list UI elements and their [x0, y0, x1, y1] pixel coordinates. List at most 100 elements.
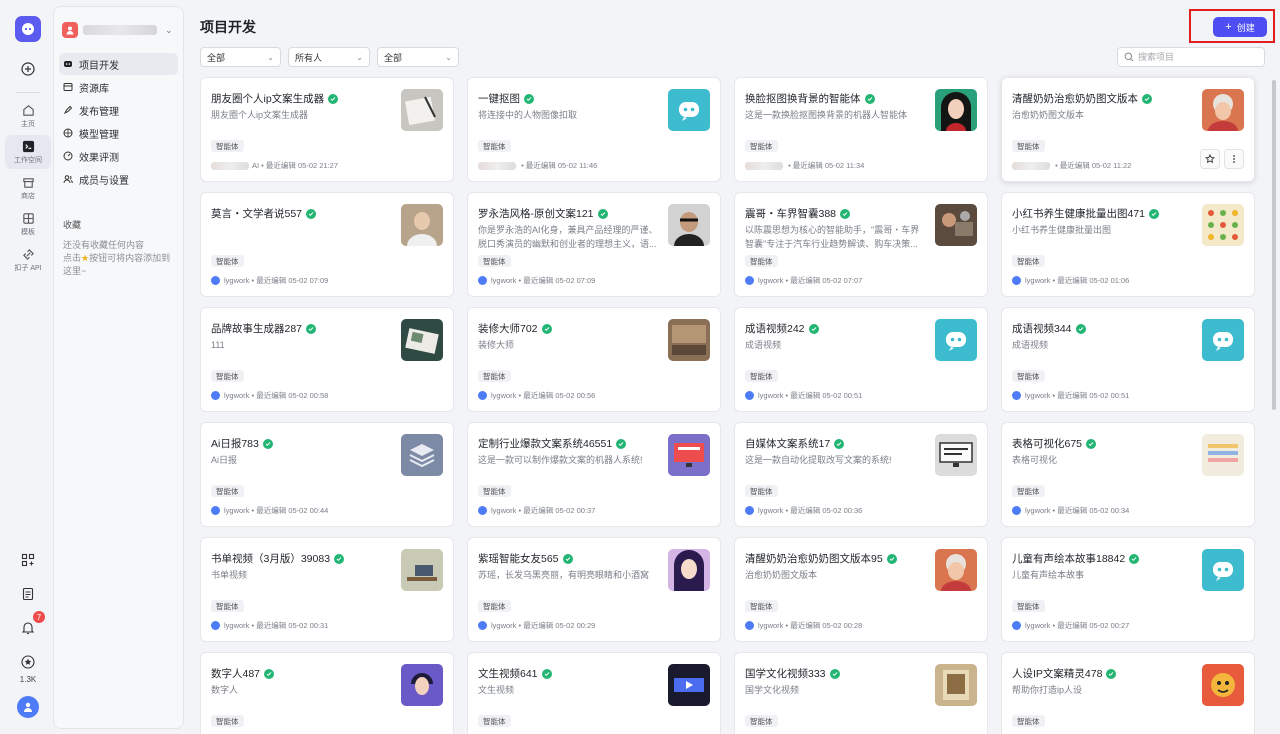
favorite-star-icon[interactable]	[1200, 149, 1220, 169]
meta-dot: •	[249, 621, 257, 630]
search-icon	[1124, 52, 1134, 62]
create-highlight-box: + 创建	[1189, 9, 1275, 43]
rail-item-store[interactable]: 商店	[5, 171, 51, 205]
card-edited-time: 最近编辑 05-02 00:51	[1057, 391, 1130, 400]
card-title: 罗永浩风格-原创文案121	[478, 208, 594, 220]
card-description: 书单视频	[211, 570, 248, 580]
card-description: 成语视频	[1012, 340, 1049, 350]
card-title-row: Ai日报783	[211, 436, 273, 451]
meta-dot: •	[1050, 391, 1058, 400]
sidebar-item-publish[interactable]: 发布管理	[59, 99, 178, 121]
filter-owner-select[interactable]: 所有人 ⌄	[288, 47, 370, 67]
rail-item-home[interactable]: 主页	[5, 99, 51, 133]
project-card[interactable]: 震哥・车界智囊388 以陈震思想为核心的智能助手，"震哥・车界智囊"专注于汽车行业…	[734, 192, 988, 297]
project-card[interactable]: 人设IP文案精灵478 帮助你打造ip人设 智能体	[1001, 652, 1255, 734]
card-type-tag: 智能体	[1012, 485, 1045, 497]
user-avatar[interactable]	[17, 696, 39, 718]
search-input[interactable]	[1138, 52, 1258, 62]
project-card[interactable]: 文生视频641 文生视频 智能体	[467, 652, 721, 734]
app-logo-icon[interactable]	[15, 16, 41, 42]
project-card[interactable]: 数字人487 数字人 智能体	[200, 652, 454, 734]
document-icon[interactable]	[17, 583, 39, 605]
card-type-tag: 智能体	[478, 140, 511, 152]
project-card[interactable]: 小红书养生健康批量出图471 小红书养生健康批量出图 智能体 lygwork • 最近…	[1001, 192, 1255, 297]
card-meta: lygwork • 最近编辑 05-02 00:29	[478, 620, 595, 631]
star-circle-icon[interactable]	[17, 651, 39, 673]
project-card[interactable]: 朋友圈个人ip文案生成器 朋友圈个人ip文案生成器 智能体 AI • 最近编辑 05-…	[200, 77, 454, 182]
filter-type-select[interactable]: 全部 ⌄	[200, 47, 281, 67]
project-card[interactable]: 罗永浩风格-原创文案121 你是罗永浩的AI化身，兼具产品经理的严谨、脱口秀演员的…	[467, 192, 721, 297]
project-card[interactable]: Ai日报783 Ai日报 智能体 lygwork • 最近编辑 05-02 00:44	[200, 422, 454, 527]
apps-grid-icon[interactable]	[17, 549, 39, 571]
card-title: 儿童有声绘本故事18842	[1012, 553, 1126, 565]
project-card[interactable]: 儿童有声绘本故事18842 儿童有声绘本故事 智能体 lygwork • 最近编辑 0…	[1001, 537, 1255, 642]
create-button[interactable]: + 创建	[1213, 17, 1267, 37]
meta-dot: •	[259, 161, 266, 170]
project-card[interactable]: 定制行业爆款文案系统46551 这是一款可以制作爆款文案的机器人系统! 智能体 lyg…	[467, 422, 721, 527]
project-card[interactable]: 莫言・文学者说557 智能体 lygwork • 最近编辑 05-02 07:09	[200, 192, 454, 297]
card-owner: lygwork	[491, 506, 517, 515]
card-title: 一键抠图	[478, 93, 520, 105]
project-card[interactable]: 书单视频（3月版）39083 书单视频 智能体 lygwork • 最近编辑 05-0…	[200, 537, 454, 642]
project-card[interactable]: 清醒奶奶治愈奶奶图文版本 治愈奶奶图文版本 智能体 • 最近编辑 05-02 11:…	[1001, 77, 1255, 182]
project-card[interactable]: 换脸抠图换背景的智能体 这是一款换脸抠图换背景的机器人智能体 智能体 • 最近编辑 …	[734, 77, 988, 182]
card-title-row: 品牌故事生成器287	[211, 321, 317, 336]
meta-dot: •	[1053, 161, 1060, 170]
sidebar-item-evaluation[interactable]: 效果评测	[59, 145, 178, 167]
project-card[interactable]: 成语视频344 成语视频 智能体 lygwork • 最近编辑 05-02 00:51	[1001, 307, 1255, 412]
project-card[interactable]: 紫瑶智能女友565 苏瑶，长发乌黑亮丽，有明亮眼睛和小酒窝 智能体 lygwork •…	[467, 537, 721, 642]
sidebar-item-projects[interactable]: 项目开发	[59, 53, 178, 75]
card-type-tag: 智能体	[1012, 370, 1045, 382]
new-plus-icon[interactable]	[15, 56, 41, 82]
published-check-icon	[808, 323, 819, 334]
bell-icon[interactable]: 7	[17, 611, 45, 639]
card-title: 数字人487	[211, 668, 261, 680]
rail-item-templates[interactable]: 模板	[5, 207, 51, 241]
card-description: 朋友圈个人ip文案生成器	[211, 110, 309, 120]
card-description: 数字人	[211, 685, 239, 695]
project-card[interactable]: 成语视频242 成语视频 智能体 lygwork • 最近编辑 05-02 00:51	[734, 307, 988, 412]
workspace-switcher[interactable]: ⌄	[62, 21, 183, 39]
rail-item-api[interactable]: 扣子 API	[5, 243, 51, 277]
chevron-down-icon: ⌄	[165, 24, 173, 35]
project-card[interactable]: 自媒体文案系统17 这是一款自动化提取改写文案的系统! 智能体 lygwork • 最…	[734, 422, 988, 527]
sidebar-item-label: 项目开发	[79, 60, 119, 72]
card-title-row: 紫瑶智能女友565	[478, 551, 573, 566]
filter-status-select[interactable]: 全部 ⌄	[377, 47, 459, 67]
sidebar-item-members[interactable]: 成员与设置	[59, 168, 178, 190]
card-title-row: 莫言・文学者说557	[211, 206, 317, 221]
card-description: 这是一款可以制作爆款文案的机器人系统!	[478, 455, 643, 465]
card-edited-time: 最近编辑 05-02 21:27	[265, 161, 339, 170]
owner-avatar-icon	[745, 621, 754, 630]
meta-dot: •	[783, 391, 791, 400]
rail-label: 主页	[21, 120, 35, 128]
favorites-tip-line: 点击	[63, 253, 82, 263]
project-card[interactable]: 清醒奶奶治愈奶奶图文版本95 治愈奶奶图文版本 智能体 lygwork • 最近编辑 …	[734, 537, 988, 642]
project-card[interactable]: 品牌故事生成器287 111 智能体 lygwork • 最近编辑 05-02 00:…	[200, 307, 454, 412]
sidebar-item-resources[interactable]: 资源库	[59, 76, 178, 98]
meta-dot: •	[249, 276, 257, 285]
card-thumbnail	[668, 204, 710, 246]
card-type-tag: 智能体	[211, 255, 244, 267]
project-card[interactable]: 装修大师702 装修大师 智能体 lygwork • 最近编辑 05-02 00:56	[467, 307, 721, 412]
card-title-row: 书单视频（3月版）39083	[211, 551, 345, 566]
users-icon	[63, 175, 73, 184]
project-card[interactable]: 表格可视化675 表格可视化 智能体 lygwork • 最近编辑 05-02 00:…	[1001, 422, 1255, 527]
sidebar-item-models[interactable]: 模型管理	[59, 122, 178, 144]
card-thumbnail	[935, 434, 977, 476]
card-title-row: 小红书养生健康批量出图471	[1012, 206, 1160, 221]
card-title: 装修大师702	[478, 323, 538, 335]
star-icon: ★	[81, 253, 90, 263]
project-card[interactable]: 一键抠图 将连接中的人物图像扣取 智能体 • 最近编辑 05-02 11:46	[467, 77, 721, 182]
card-meta: lygwork • 最近编辑 05-02 00:37	[478, 505, 595, 516]
card-meta: lygwork • 最近编辑 05-02 00:56	[478, 390, 595, 401]
card-meta: lygwork • 最近编辑 05-02 00:44	[211, 505, 328, 516]
rail-item-workspace[interactable]: 工作空间	[5, 135, 51, 169]
card-edited-time: 最近编辑 05-02 00:28	[790, 621, 863, 630]
project-card[interactable]: 国学文化视频333 国学文化视频 智能体	[734, 652, 988, 734]
scrollbar[interactable]	[1272, 80, 1276, 410]
sidebar-nav: 项目开发 资源库 发布管理 模型管理 效果评测 成员与设置	[54, 53, 183, 190]
more-options-icon[interactable]	[1224, 149, 1244, 169]
card-thumbnail	[935, 549, 977, 591]
published-check-icon	[834, 438, 845, 449]
